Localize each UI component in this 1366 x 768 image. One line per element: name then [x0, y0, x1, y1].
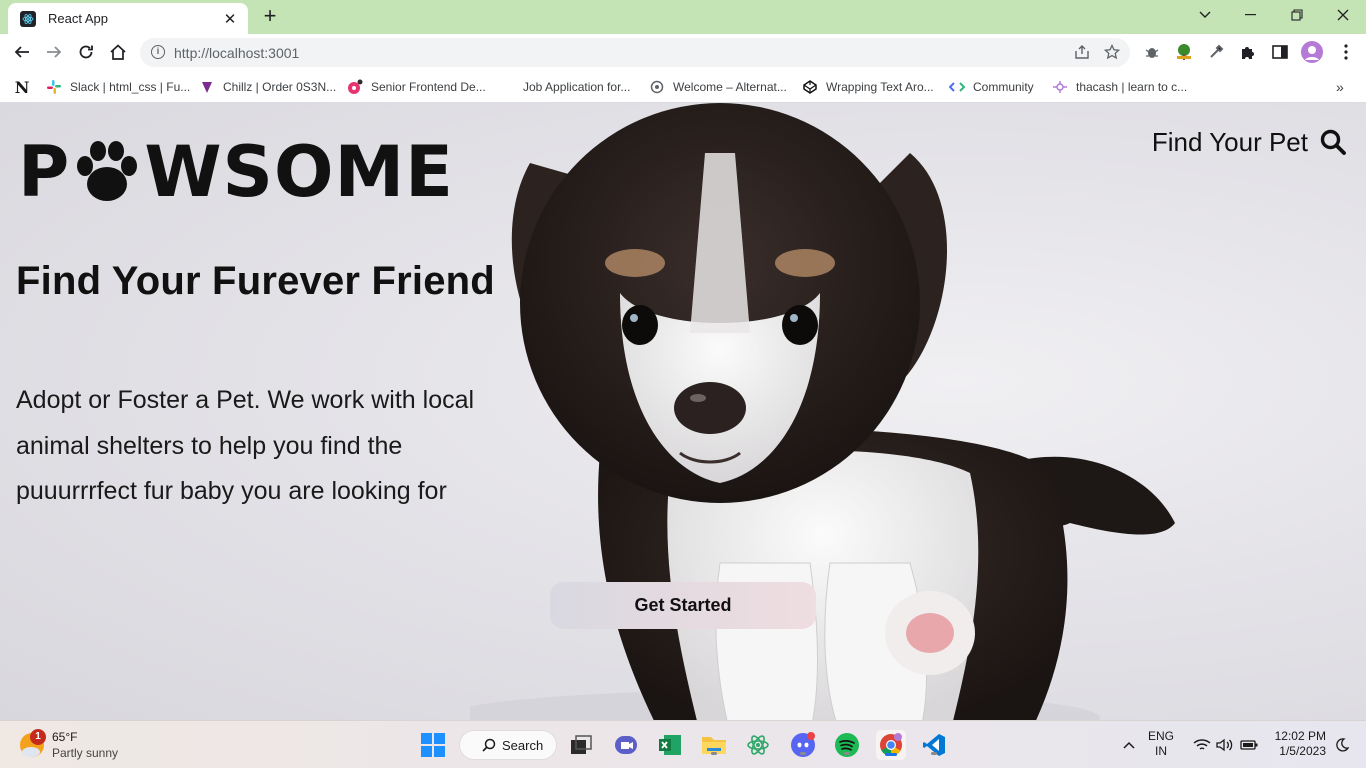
tab-search-chevron-icon[interactable] [1182, 0, 1228, 30]
react-devtools-icon[interactable] [744, 731, 772, 759]
react-favicon-icon [20, 10, 36, 27]
weather-sun-icon: 1 [20, 729, 46, 757]
bookmark-job-application[interactable]: Job Application for... [523, 77, 630, 97]
flower-icon [347, 79, 363, 95]
address-url: http://localhost:3001 [174, 44, 300, 61]
tab-strip: React App ✕ + [0, 0, 1366, 34]
browser-toolbar: i http://localhost:3001 [0, 34, 1366, 71]
language-code: ENG [1148, 729, 1175, 743]
taskbar-search-button[interactable]: Search [459, 730, 557, 760]
tab-title: React App [48, 11, 108, 26]
region-code: IN [1155, 744, 1167, 758]
site-logo[interactable]: P WSOME [18, 131, 454, 213]
logo-text-left: P [18, 131, 71, 213]
clock-date: 1/5/2023 [1279, 744, 1326, 758]
running-indicator [711, 752, 717, 755]
chillz-icon [199, 79, 215, 95]
bookmark-label: Job Application for... [523, 80, 631, 94]
discord-app-icon[interactable] [789, 731, 817, 759]
restore-icon[interactable] [1274, 0, 1320, 30]
bug-extension-icon[interactable] [1141, 41, 1163, 63]
new-tab-icon[interactable]: + [258, 5, 282, 28]
close-window-icon[interactable] [1320, 0, 1366, 30]
bookmark-label: Welcome – Alternat... [673, 80, 787, 94]
language-indicator[interactable]: ENG IN [1148, 729, 1174, 759]
bookmark-chillz[interactable]: Chillz | Order 0S3N... [199, 77, 336, 97]
running-indicator [844, 752, 850, 755]
notion-icon: N [14, 77, 30, 97]
vscode-app-icon[interactable] [920, 731, 948, 759]
bookmarks-bar: N Slack | html_css | Fu... Chillz | Orde… [0, 71, 1366, 103]
bookmarks-overflow-icon[interactable]: » [1336, 77, 1344, 97]
eyedropper-extension-icon[interactable] [1205, 41, 1227, 63]
weather-notification-badge: 1 [30, 729, 46, 745]
globe-icon [649, 79, 665, 95]
paw-icon [77, 141, 138, 201]
site-info-icon[interactable]: i [151, 45, 165, 59]
bookmark-slack[interactable]: Slack | html_css | Fu... [46, 77, 190, 97]
browser-menu-icon[interactable] [1335, 41, 1357, 63]
bookmark-label: Community [973, 80, 1034, 94]
weather-description: Partly sunny [52, 746, 119, 760]
bookmark-community[interactable]: Community [949, 77, 1034, 97]
bookmark-senior-frontend[interactable]: Senior Frontend De... [347, 77, 486, 97]
hero-section: P WSOME Find Your Pet Find Your Furever … [0, 103, 1366, 720]
battery-icon[interactable] [1235, 731, 1263, 759]
bookmark-label: Chillz | Order 0S3N... [223, 80, 337, 94]
tree-extension-icon[interactable] [1173, 41, 1195, 63]
bookmark-welcome[interactable]: Welcome – Alternat... [649, 77, 787, 97]
clock-time: 12:02 PM [1274, 729, 1326, 743]
extensions-puzzle-icon[interactable] [1237, 41, 1259, 63]
logo-text-right: WSOME [144, 131, 454, 213]
bookmark-notion[interactable]: N [14, 77, 38, 97]
bookmark-label: Slack | html_css | Fu... [70, 80, 191, 94]
bookmark-label: Wrapping Text Aro... [826, 80, 934, 94]
windows-start-icon[interactable] [419, 731, 447, 759]
minimize-icon[interactable] [1228, 0, 1274, 30]
slack-icon [46, 79, 62, 95]
clock[interactable]: 12:02 PM 1/5/2023 [1270, 729, 1326, 759]
hero-tagline: Adopt or Foster a Pet. We work with loca… [16, 386, 475, 505]
running-indicator [800, 752, 806, 755]
share-icon[interactable] [1074, 44, 1090, 65]
spotify-app-icon[interactable] [833, 731, 861, 759]
tab-close-icon[interactable]: ✕ [222, 11, 238, 28]
browser-tab[interactable]: React App ✕ [8, 3, 248, 34]
show-hidden-icons-chevron[interactable] [1115, 731, 1143, 759]
forward-arrow-icon[interactable] [41, 39, 67, 65]
back-arrow-icon[interactable] [9, 39, 35, 65]
running-indicator [931, 752, 937, 755]
hero-headline: Find Your Furever Friend [16, 259, 495, 303]
reload-icon[interactable] [73, 39, 99, 65]
code-brackets-icon [949, 79, 965, 95]
meet-app-icon[interactable] [612, 731, 640, 759]
taskbar-search-icon [482, 738, 496, 752]
side-panel-icon[interactable] [1269, 41, 1291, 63]
task-view-icon[interactable] [567, 731, 595, 759]
hub-icon [1052, 79, 1068, 95]
excel-app-icon[interactable] [656, 731, 684, 759]
bookmark-thacash[interactable]: thacash | learn to c... [1052, 77, 1187, 97]
bookmark-wrapping-text[interactable]: Wrapping Text Aro... [802, 77, 934, 97]
bookmark-label: thacash | learn to c... [1076, 80, 1188, 94]
find-your-pet-link[interactable]: Find Your Pet [1152, 127, 1308, 158]
taskbar-search-label: Search [502, 737, 544, 753]
home-icon[interactable] [105, 39, 131, 65]
weather-widget[interactable]: 1 65°F Partly sunny [20, 729, 118, 761]
address-bar[interactable]: i http://localhost:3001 [140, 38, 1130, 67]
bookmark-label: Senior Frontend De... [371, 80, 486, 94]
search-icon[interactable] [1320, 129, 1346, 155]
codepen-icon [802, 79, 818, 95]
notifications-moon-icon[interactable] [1328, 731, 1356, 759]
bookmark-star-icon[interactable] [1103, 43, 1121, 65]
windows-taskbar: 1 65°F Partly sunny Search ENG IN 12:02 … [0, 720, 1366, 768]
profile-avatar[interactable] [1301, 41, 1323, 63]
chrome-app-icon[interactable] [876, 730, 906, 760]
get-started-button[interactable]: Get Started [550, 582, 816, 629]
weather-temperature: 65°F [52, 730, 78, 744]
file-explorer-icon[interactable] [700, 731, 728, 759]
active-indicator [885, 753, 897, 756]
